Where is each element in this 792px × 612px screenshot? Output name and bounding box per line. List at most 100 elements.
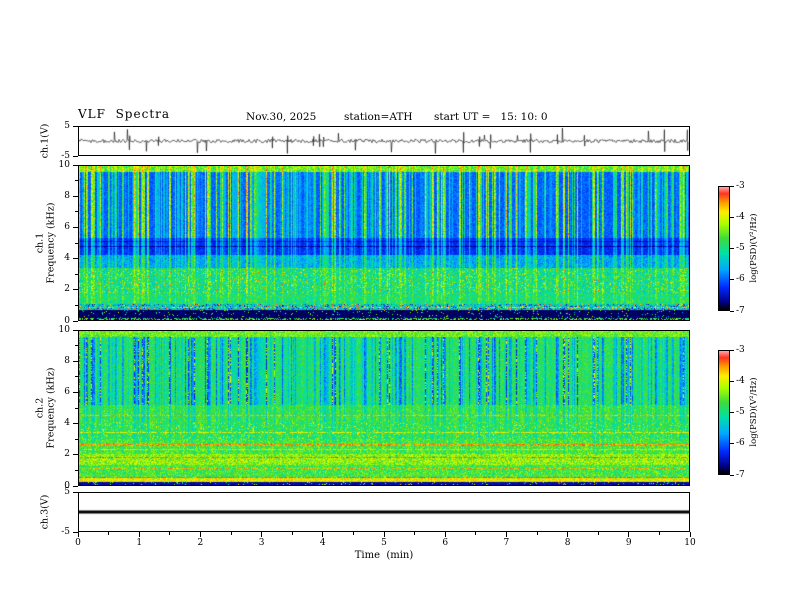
colorbar-tick-mark — [730, 412, 734, 413]
y-minor-tick-mark — [75, 304, 78, 306]
y-tick-mark — [73, 454, 78, 456]
ch2-spectrogram-canvas — [79, 331, 689, 485]
x-tick-label: 10 — [684, 538, 696, 548]
x-tick-mark — [77, 532, 79, 537]
y-tick-mark — [73, 329, 78, 331]
ch1-waveform-panel — [78, 126, 690, 156]
x-minor-tick-mark — [536, 532, 538, 535]
colorbar-tick-label: -4 — [736, 211, 745, 222]
y-minor-tick-mark — [75, 469, 78, 471]
x-minor-tick-mark — [597, 532, 599, 535]
colorbar-tick-label: -7 — [736, 305, 745, 316]
colorbar-tick-mark — [730, 474, 734, 476]
y-minor-tick-mark — [75, 376, 78, 378]
colorbar-tick-mark — [730, 279, 734, 281]
x-tick-mark — [444, 532, 446, 537]
x-tick-label: 1 — [136, 538, 143, 548]
x-minor-tick-mark — [108, 532, 110, 535]
x-minor-tick-mark — [169, 532, 171, 535]
x-minor-tick-mark — [475, 532, 477, 535]
x-tick-mark — [261, 532, 263, 537]
y-tick-mark — [73, 258, 78, 260]
y-tick-mark — [73, 155, 78, 157]
y-minor-tick-mark — [75, 345, 78, 347]
colorbar-tick-mark — [730, 185, 734, 187]
colorbar-tick-mark — [730, 216, 734, 218]
colorbar-tick-mark — [730, 248, 734, 249]
x-minor-tick-mark — [230, 532, 232, 535]
ch2-frequency-axis-label: ch.2 Frequency (kHz) — [34, 367, 57, 449]
y-minor-tick-mark — [75, 242, 78, 244]
colorbar-ch1 — [718, 186, 730, 311]
ch2-axis-channel-text: ch.2 — [34, 397, 46, 419]
ch2-axis-frequency-text: Frequency (kHz) — [45, 367, 56, 449]
x-tick-mark — [505, 532, 507, 537]
y-tick-mark — [73, 125, 78, 127]
colorbar-ch1-label: log(PSD)(V²/Hz) — [749, 213, 759, 283]
y-tick-mark — [73, 485, 78, 487]
y-tick-mark — [73, 289, 78, 291]
x-tick-label: 9 — [625, 538, 632, 548]
x-tick-mark — [199, 532, 201, 537]
y-tick-mark — [73, 531, 78, 533]
y-tick-label: 2 — [64, 284, 70, 295]
y-tick-mark — [73, 491, 78, 493]
x-tick-label: 8 — [564, 538, 571, 548]
x-minor-tick-mark — [414, 532, 416, 535]
x-tick-label: 2 — [197, 538, 204, 548]
colorbar-tick-mark — [730, 443, 734, 445]
colorbar-tick-mark — [730, 380, 734, 382]
y-tick-label: 4 — [64, 253, 70, 264]
y-minor-tick-mark — [75, 407, 78, 409]
ch1-axis-channel-text: ch.1 — [34, 232, 46, 254]
x-tick-mark — [138, 532, 140, 537]
x-tick-mark — [322, 532, 324, 537]
colorbar-tick-label: -6 — [736, 438, 745, 449]
y-tick-mark — [73, 391, 78, 393]
colorbar-tick-label: -5 — [736, 243, 745, 253]
colorbar-tick-label: -3 — [736, 344, 745, 355]
y-minor-tick-mark — [75, 180, 78, 182]
x-minor-tick-mark — [291, 532, 293, 535]
colorbar-ch2-label: log(PSD)(V²/Hz) — [749, 377, 759, 447]
y-tick-label: 8 — [64, 190, 70, 201]
y-minor-tick-mark — [75, 438, 78, 440]
colorbar-tick-label: -6 — [736, 274, 745, 285]
y-tick-label: 6 — [64, 221, 70, 232]
ch3-voltage-axis-label: ch.3(V) — [39, 494, 51, 530]
x-tick-label: 3 — [258, 538, 265, 548]
y-tick-mark — [73, 226, 78, 228]
x-tick-label: 0 — [75, 538, 81, 548]
ch1-waveform-canvas — [79, 127, 689, 155]
x-tick-mark — [628, 532, 630, 537]
x-tick-label: 6 — [442, 538, 449, 548]
ch3-waveform-panel — [78, 492, 690, 532]
y-tick-label: -5 — [61, 526, 70, 537]
colorbar-tick-label: -5 — [736, 407, 745, 417]
colorbar-tick-label: -4 — [736, 375, 745, 386]
y-tick-label: 2 — [64, 449, 70, 460]
ch3-waveform-canvas — [79, 493, 689, 531]
ch1-axis-frequency-text: Frequency (kHz) — [45, 202, 56, 284]
colorbar-tick-label: -3 — [736, 180, 745, 191]
ch1-spectrogram-panel — [78, 165, 690, 321]
x-tick-label: 5 — [381, 538, 387, 548]
x-tick-label: 4 — [319, 538, 326, 548]
y-tick-label: 10 — [58, 159, 70, 170]
x-minor-tick-mark — [658, 532, 660, 535]
y-minor-tick-mark — [75, 273, 78, 275]
y-minor-tick-mark — [75, 211, 78, 213]
colorbar-tick-label: -7 — [736, 469, 745, 480]
ch1-frequency-axis-label: ch.1 Frequency (kHz) — [34, 202, 57, 284]
x-tick-mark — [689, 532, 691, 537]
start-ut-label: start UT = 15: 10: 0 — [434, 111, 548, 123]
date-label: Nov.30, 2025 — [246, 111, 317, 123]
y-tick-label: 4 — [64, 418, 70, 429]
x-tick-label: 7 — [503, 538, 510, 548]
vlf-spectra-figure: VLF Spectra Nov.30, 2025 station=ATH sta… — [0, 0, 792, 612]
colorbar-ch2 — [718, 350, 730, 475]
ch1-spectrogram-canvas — [79, 166, 689, 320]
y-tick-mark — [73, 195, 78, 197]
colorbar-tick-mark — [730, 349, 734, 351]
y-tick-label: 8 — [64, 355, 70, 366]
